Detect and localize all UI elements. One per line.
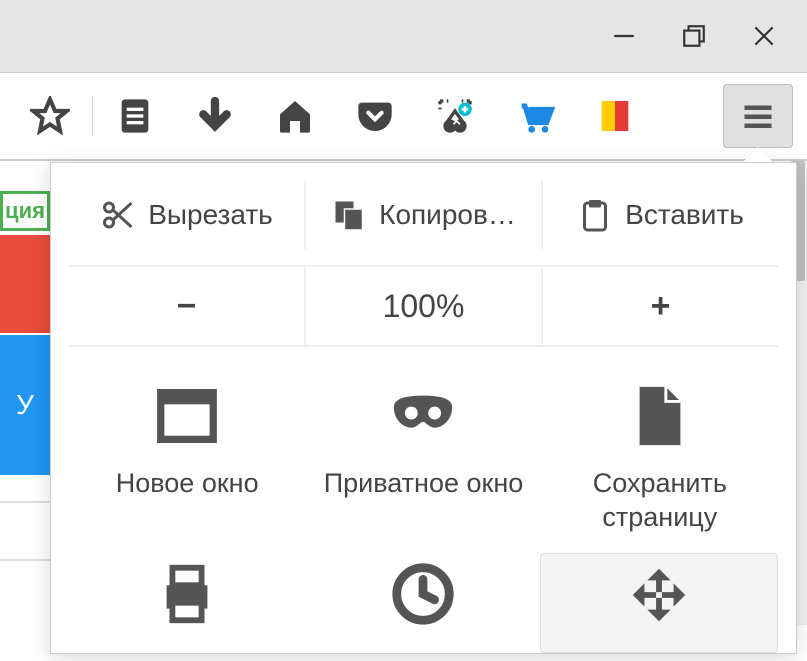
bg-red-strip	[0, 235, 50, 333]
bg-blue-strip: У	[0, 335, 50, 475]
menu-grid-row-1: Новое окно Приватное окно Сохранить стра…	[69, 375, 778, 541]
maximize-button[interactable]	[659, 11, 729, 61]
minimize-button[interactable]	[589, 11, 659, 61]
download-icon	[195, 96, 235, 136]
menu-grid-row-2	[69, 553, 778, 653]
fullscreen-icon	[621, 560, 697, 630]
separator	[92, 96, 93, 136]
downloads-button[interactable]	[175, 86, 255, 146]
cut-label: Вырезать	[148, 199, 273, 231]
page-icon	[622, 381, 698, 451]
flag-icon	[595, 96, 635, 136]
clipboard-row: Вырезать Копиров… Вставить	[69, 181, 778, 267]
zoom-out-button[interactable]: −	[69, 267, 306, 345]
yandex-button[interactable]	[575, 86, 655, 146]
save-page-label: Сохранить страницу	[548, 467, 772, 535]
zoom-row: − 100% +	[69, 267, 778, 347]
star-icon	[30, 96, 70, 136]
bg-row-strip	[0, 501, 50, 561]
close-button[interactable]	[729, 11, 799, 61]
pocket-button[interactable]	[335, 86, 415, 146]
paste-button[interactable]: Вставить	[543, 181, 778, 249]
hamburger-menu-button[interactable]	[723, 84, 793, 148]
copy-button[interactable]: Копиров…	[306, 181, 543, 249]
save-page-item[interactable]: Сохранить страницу	[542, 375, 778, 541]
window-titlebar	[0, 0, 807, 73]
main-menu-panel: Вырезать Копиров… Вставить − 100% + Ново…	[50, 162, 797, 654]
new-window-label: Новое окно	[116, 467, 259, 501]
minimize-icon	[611, 23, 637, 49]
new-window-item[interactable]: Новое окно	[69, 375, 305, 541]
browser-toolbar	[0, 73, 807, 161]
cart-icon	[515, 96, 555, 136]
clipboard-list-icon	[115, 96, 155, 136]
bg-green-strip: ция	[0, 191, 50, 231]
fullscreen-item[interactable]	[540, 553, 778, 653]
home-button[interactable]	[255, 86, 335, 146]
pocket-icon	[355, 96, 395, 136]
copy-icon	[331, 197, 367, 233]
menu-icon	[740, 98, 776, 134]
zoom-level: 100%	[306, 267, 543, 345]
screenshot-icon	[435, 96, 475, 136]
history-item[interactable]	[305, 553, 541, 653]
printer-icon	[149, 559, 225, 629]
cart-button[interactable]	[495, 86, 575, 146]
paste-label: Вставить	[625, 199, 744, 231]
private-window-label: Приватное окно	[324, 467, 524, 501]
cut-button[interactable]: Вырезать	[69, 181, 306, 249]
screenshot-button[interactable]	[415, 86, 495, 146]
print-item[interactable]	[69, 553, 305, 653]
window-icon	[149, 381, 225, 451]
zoom-in-button[interactable]: +	[543, 267, 778, 345]
private-window-item[interactable]: Приватное окно	[305, 375, 541, 541]
bookmark-star-button[interactable]	[10, 86, 90, 146]
maximize-icon	[681, 23, 707, 49]
mask-icon	[385, 381, 461, 451]
reading-list-button[interactable]	[95, 86, 175, 146]
scissors-icon	[100, 197, 136, 233]
close-icon	[751, 23, 777, 49]
paste-icon	[577, 197, 613, 233]
history-icon	[385, 559, 461, 629]
home-icon	[275, 96, 315, 136]
copy-label: Копиров…	[379, 199, 516, 231]
